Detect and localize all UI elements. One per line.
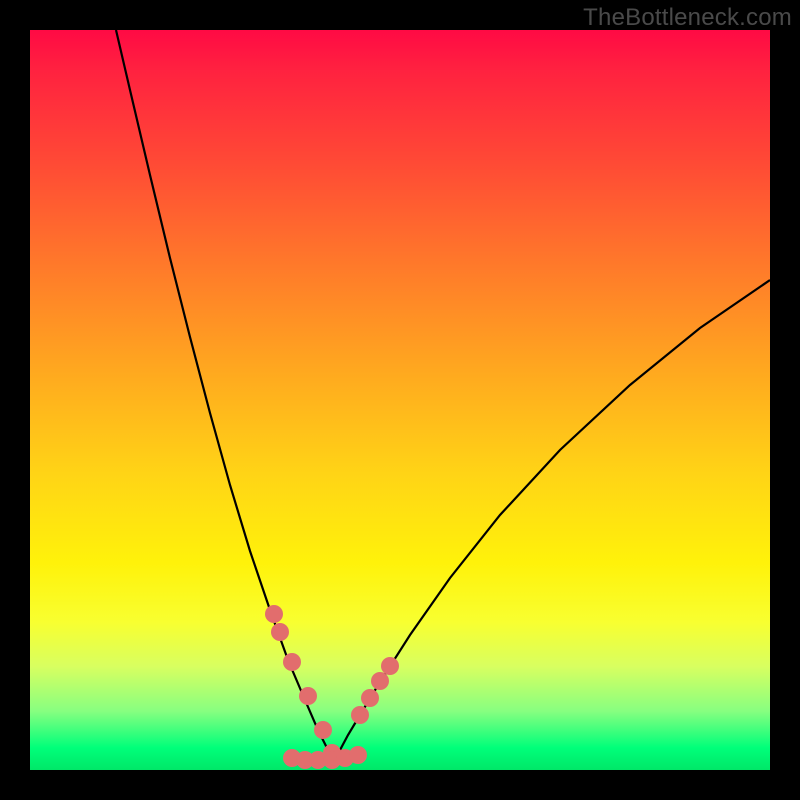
right-curve — [333, 280, 770, 760]
chart-marker — [381, 657, 399, 675]
chart-plot-area — [30, 30, 770, 770]
marker-group — [265, 605, 399, 769]
chart-marker — [314, 721, 332, 739]
watermark-text: TheBottleneck.com — [583, 4, 792, 32]
chart-marker — [271, 623, 289, 641]
chart-marker — [351, 706, 369, 724]
chart-marker — [361, 689, 379, 707]
chart-marker — [349, 746, 367, 764]
chart-svg — [30, 30, 770, 770]
chart-marker — [371, 672, 389, 690]
chart-marker — [299, 687, 317, 705]
chart-marker — [283, 653, 301, 671]
left-curve — [116, 30, 333, 760]
chart-marker — [265, 605, 283, 623]
